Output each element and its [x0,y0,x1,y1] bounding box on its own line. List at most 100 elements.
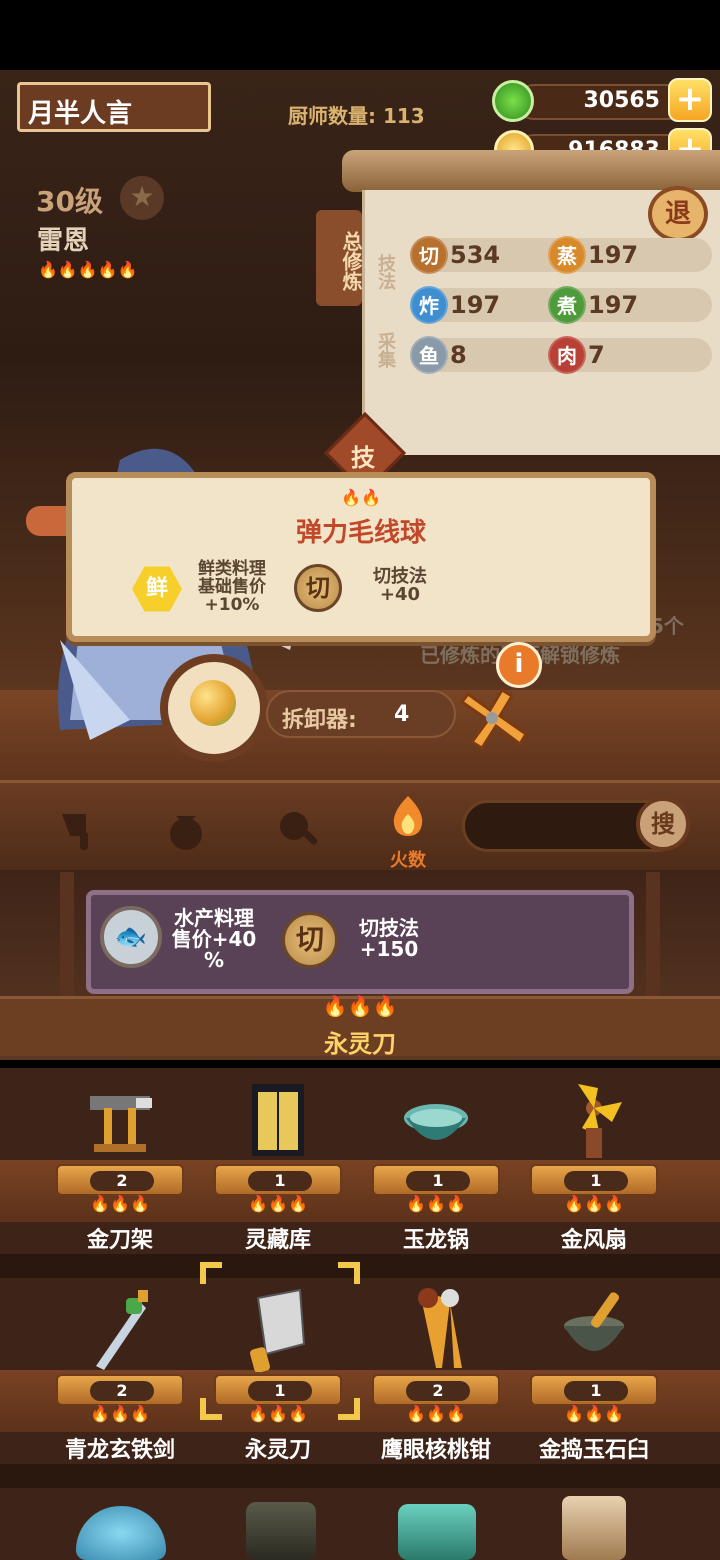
tooltip-title: 弹力毛线球 [295,518,426,548]
scroll-roller [342,150,720,192]
fire-filter-label: 火数 [390,850,426,871]
item-pedestal: 1 [214,1374,342,1406]
stat-value: 8 [450,341,467,369]
chef-flames: 🔥🔥🔥🔥🔥 [38,260,138,279]
jar-art[interactable] [246,1502,316,1560]
item-count: 1 [564,1381,628,1401]
exit-button[interactable]: 退 [648,186,708,242]
item-name: 灵藏库 [244,1228,311,1253]
tech-tab-label: 技 [351,444,375,472]
chef-level: 30级 [36,185,103,218]
item-pedestal: 2 [56,1374,184,1406]
mortar-icon [564,1292,624,1351]
selected-item-name: 永灵刀 [324,1030,396,1058]
gather-side-label: 采集 [375,332,396,368]
fire-filter-icon[interactable] [384,792,432,840]
item-count: 2 [90,1171,154,1191]
search-button[interactable]: 搜 [636,797,690,851]
stat-icon: 肉 [548,336,586,374]
chef-name: 雷恩 [37,226,90,256]
player-name-box[interactable]: 月半人言 [17,82,211,132]
stat-icon: 煮 [548,286,586,324]
stat-icon: 切 [410,236,448,274]
item-slot[interactable]: 1 🔥🔥🔥 玉龙锅 [356,1072,516,1272]
item-count: 2 [406,1381,470,1401]
stat-icon: 炸 [410,286,448,324]
jade-amount: 30565 [583,88,660,113]
selected-effect2: 切技法 +150 [359,916,419,961]
item-flames: 🔥🔥🔥 [248,1404,308,1423]
item-flames: 🔥🔥🔥 [248,1194,308,1213]
item-slot[interactable]: 2 🔥🔥🔥 金刀架 [40,1072,200,1272]
item-slot[interactable]: 2 🔥🔥🔥 青龙玄铁剑 [40,1282,200,1482]
rack-icon [90,1096,152,1152]
unlock-hint-line2: 已修炼的厨师解锁修炼 [420,639,684,668]
item-slot[interactable]: 2 🔥🔥🔥 鹰眼核桃钳 [356,1282,516,1482]
tooltip-effect2: 切技法 +40 [373,566,427,605]
total-cultivation-label: 总修炼 [316,210,363,306]
star-icon[interactable]: ★ [120,176,164,220]
cleaver-filter-icon[interactable] [56,806,104,854]
item-flames: 🔥🔥🔥 [564,1194,624,1213]
item-slot[interactable]: 1 🔥🔥🔥 金风扇 [514,1072,674,1272]
item-slot[interactable]: 1 🔥🔥🔥 永灵刀 [198,1282,358,1482]
pan-filter-icon[interactable] [274,806,322,854]
disassembler-count: 4 [394,702,410,727]
status-bar [0,0,720,70]
item-name: 青龙玄铁剑 [64,1438,175,1463]
item-flames: 🔥🔥🔥 [406,1194,466,1213]
item-flames: 🔥🔥🔥 [564,1404,624,1423]
selection-corner-br [338,1398,360,1420]
steamer-art[interactable] [562,1496,626,1560]
item-pedestal: 1 [530,1164,658,1196]
item-name: 永灵刀 [244,1438,311,1463]
pot-icon [404,1104,468,1140]
chef-count: 厨师数量: 113 [288,104,425,128]
item-count: 1 [564,1171,628,1191]
cleaver-icon [250,1288,306,1372]
tooltip-effect1: 鲜类料理 基础售价 +10% [198,559,266,615]
item-flames: 🔥🔥🔥 [90,1194,150,1213]
item-pedestal: 1 [372,1164,500,1196]
item-slot[interactable]: 1 🔥🔥🔥 金捣玉石臼 [514,1282,674,1482]
stat-icon: 鱼 [410,336,448,374]
selection-corner-tl [200,1262,222,1284]
item-pedestal: 2 [56,1164,184,1196]
item-flames: 🔥🔥🔥 [406,1404,466,1423]
info-button[interactable]: i [496,642,542,688]
disassembler-label: 拆卸器: [282,708,357,733]
selected-flames: 🔥🔥🔥 [322,994,398,1018]
item-count: 2 [90,1381,154,1401]
bag-filter-icon[interactable] [162,806,210,854]
item-pedestal: 2 [372,1374,500,1406]
stat-value: 7 [588,341,605,369]
fan-icon [578,1084,622,1158]
selected-effect1: 水产料理 售价+40 % [171,906,257,972]
item-tooltip: 🔥🔥 弹力毛线球 鲜 鲜类料理 基础售价 +10% 切 切技法 +40 [66,472,656,642]
fish-icon: 🐟 [100,906,162,968]
item-name: 金刀架 [86,1228,153,1253]
stat-value: 197 [588,291,639,319]
item-name: 鹰眼核桃钳 [380,1438,491,1463]
board-post-right [646,872,660,1002]
tooltip-flames: 🔥🔥 [341,488,381,507]
item-slot[interactable]: 1 🔥🔥🔥 灵藏库 [198,1072,358,1272]
stat-value: 197 [450,291,501,319]
cut-icon: 切 [294,564,342,612]
item-count: 1 [406,1171,470,1191]
sword-icon [96,1290,148,1370]
pliers-icon[interactable] [452,682,530,756]
item-name: 金风扇 [560,1228,627,1253]
item-pedestal: 1 [214,1164,342,1196]
add-jade-button[interactable]: + [668,78,712,122]
item-name: 金捣玉石臼 [538,1438,649,1463]
item-count: 1 [248,1381,312,1401]
selected-cut-icon: 切 [282,912,338,968]
selection-corner-tr [338,1262,360,1284]
jade-icon [492,80,534,122]
item-count: 1 [248,1171,312,1191]
item-name: 玉龙锅 [402,1228,469,1253]
stat-icon: 蒸 [548,236,586,274]
bronze-vessel-art[interactable] [398,1504,476,1560]
item-pedestal: 1 [530,1374,658,1406]
